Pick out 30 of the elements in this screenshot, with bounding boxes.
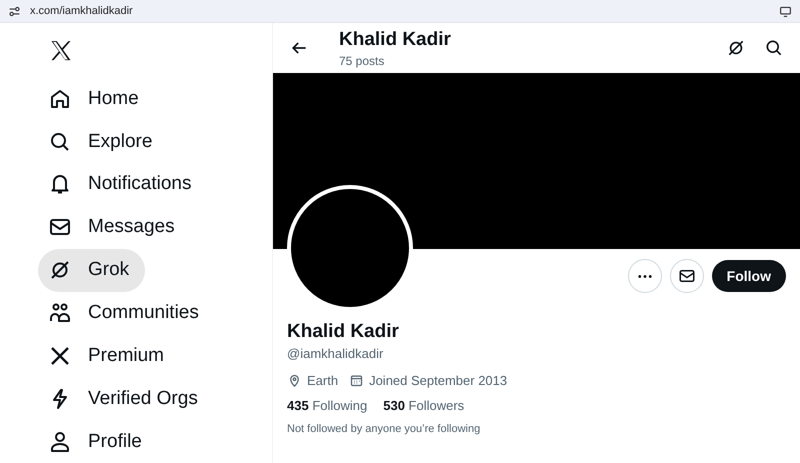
- grok-icon[interactable]: [726, 38, 746, 58]
- mail-icon: [678, 267, 696, 285]
- profile-name: Khalid Kadir: [287, 321, 399, 343]
- sidebar-item[interactable]: Explore: [38, 120, 168, 164]
- message-button[interactable]: [670, 259, 704, 293]
- url-text[interactable]: x.com/iamkhalidkadir: [30, 5, 133, 17]
- calendar-icon: [349, 373, 364, 388]
- sidebar-item[interactable]: Notifications: [38, 163, 208, 206]
- sidebar-item[interactable]: Verified Orgs: [38, 377, 214, 420]
- sidebar-item[interactable]: Premium: [38, 334, 180, 378]
- screen-cast-icon[interactable]: [779, 4, 792, 18]
- sidebar-item[interactable]: Grok: [38, 248, 146, 292]
- location-pin-icon: [287, 373, 302, 388]
- more-icon: [638, 274, 652, 278]
- sidebar-item[interactable]: Profile: [38, 420, 158, 463]
- follow-stat-link[interactable]: 435 Following: [287, 398, 368, 413]
- sidebar-item[interactable]: Messages: [38, 206, 191, 249]
- location-text: Earth: [307, 373, 338, 388]
- follow-button[interactable]: Follow: [712, 260, 786, 292]
- followers-note: Not followed by anyone you’re following: [287, 423, 480, 435]
- joined-date: Joined September 2013: [369, 373, 508, 388]
- follow-stat-link[interactable]: 530 Followers: [383, 398, 464, 413]
- search-icon[interactable]: [764, 38, 784, 58]
- profile-handle: @iamkhalidkadir: [287, 346, 384, 361]
- sidebar-item[interactable]: Home: [38, 77, 155, 120]
- site-settings-icon[interactable]: [8, 4, 21, 18]
- post-count: 75 posts: [339, 54, 386, 68]
- profile-title: Khalid Kadir: [339, 28, 451, 50]
- person-icon: [48, 430, 72, 454]
- sidebar-item[interactable]: Communities: [38, 292, 215, 334]
